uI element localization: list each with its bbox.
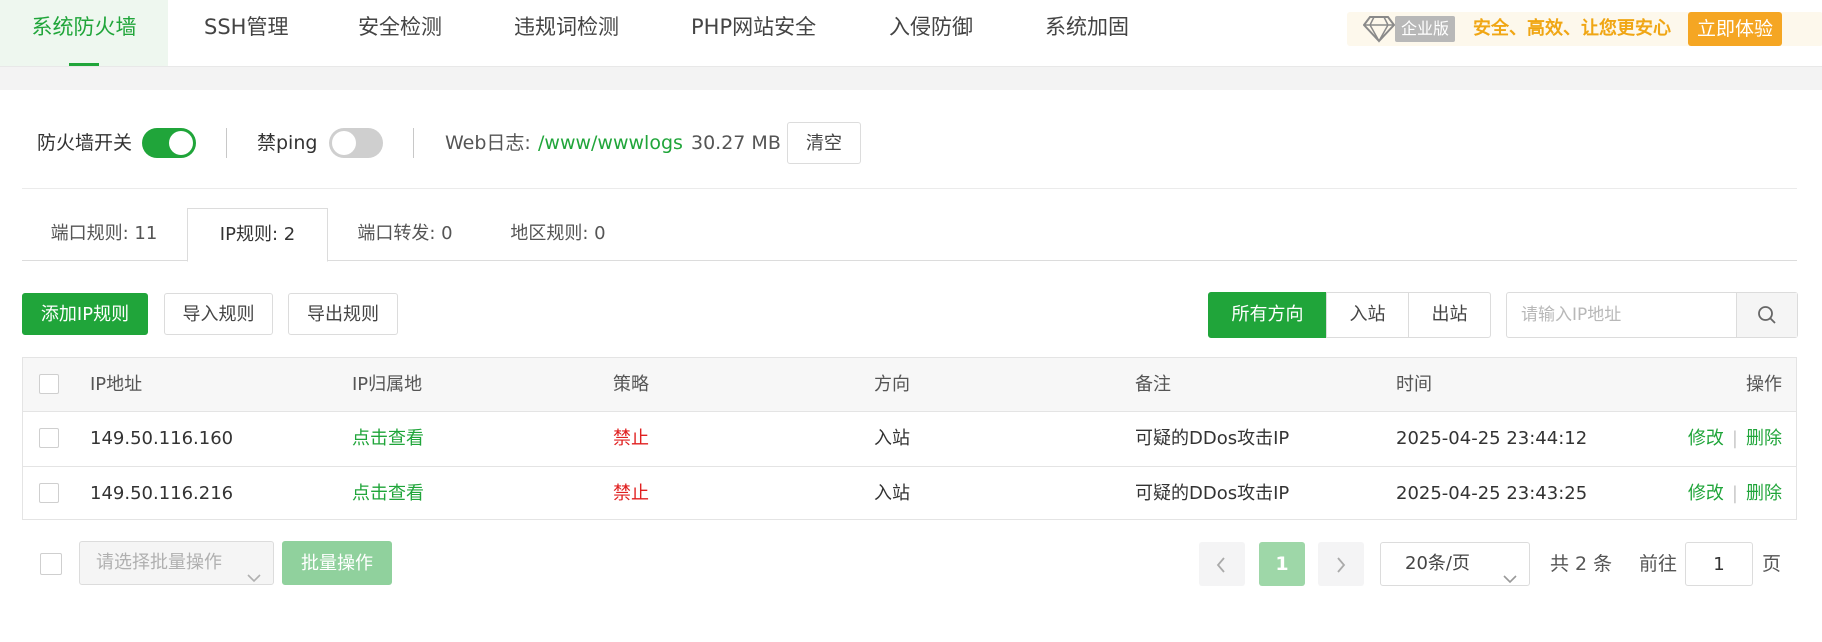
divider bbox=[22, 188, 1797, 189]
batch-operation-button[interactable]: 批量操作 bbox=[282, 541, 392, 585]
ip-search-input[interactable] bbox=[1507, 293, 1737, 337]
policy-deny: 禁止 bbox=[613, 428, 649, 449]
created-time: 2025-04-25 23:44:12 bbox=[1396, 428, 1588, 449]
import-rules-button[interactable]: 导入规则 bbox=[164, 293, 273, 335]
column-header: 备注 bbox=[1135, 374, 1171, 395]
current-page[interactable]: 1 bbox=[1259, 542, 1305, 586]
firewall-switch-label: 防火墙开关 bbox=[37, 132, 133, 154]
prev-page-button[interactable] bbox=[1199, 542, 1245, 586]
enterprise-promo: 企业版 安全、高效、让您更安心 立即体验 bbox=[1347, 12, 1822, 46]
separator: | bbox=[1731, 428, 1738, 449]
top-nav: 系统防火墙 SSH管理 安全检测 违规词检测 PHP网站安全 入侵防御 系统加固… bbox=[0, 0, 1822, 67]
promo-slogan: 安全、高效、让您更安心 bbox=[1473, 18, 1671, 39]
weblog-size: 30.27 MB bbox=[691, 132, 781, 154]
chevron-right-icon bbox=[1336, 556, 1346, 578]
separator: | bbox=[1731, 483, 1738, 504]
select-all-checkbox[interactable] bbox=[39, 374, 59, 394]
remark: 可疑的DDos攻击IP bbox=[1135, 428, 1290, 449]
policy-deny: 禁止 bbox=[613, 483, 649, 504]
remark: 可疑的DDos攻击IP bbox=[1135, 483, 1290, 504]
batch-select-placeholder: 请选择批量操作 bbox=[96, 552, 222, 573]
column-header: 方向 bbox=[874, 374, 910, 395]
row-actions: 修改 | 删除 bbox=[1688, 467, 1782, 520]
search-icon bbox=[1757, 305, 1777, 330]
table-header: IP地址 IP归属地 策略 方向 备注 时间 操作 bbox=[23, 358, 1796, 412]
divider bbox=[413, 128, 414, 158]
footer-select-all-checkbox[interactable] bbox=[40, 553, 62, 575]
add-ip-rule-button[interactable]: 添加IP规则 bbox=[22, 293, 148, 335]
tab-system-firewall[interactable]: 系统防火墙 bbox=[0, 0, 168, 66]
ip-search-box bbox=[1506, 292, 1798, 338]
subtab-baseline bbox=[327, 260, 1797, 261]
subtab-baseline bbox=[22, 260, 187, 261]
edit-link[interactable]: 修改 bbox=[1688, 483, 1724, 504]
enterprise-badge: 企业版 bbox=[1395, 16, 1456, 42]
ping-toggle[interactable] bbox=[329, 128, 383, 158]
direction-outbound[interactable]: 出站 bbox=[1408, 292, 1491, 338]
direction: 入站 bbox=[874, 483, 910, 504]
column-header: IP归属地 bbox=[352, 374, 423, 395]
export-rules-button[interactable]: 导出规则 bbox=[288, 293, 398, 335]
column-header: 时间 bbox=[1396, 374, 1432, 395]
tab-ssh[interactable]: SSH管理 bbox=[204, 0, 288, 66]
ip-rules-table: IP地址 IP归属地 策略 方向 备注 时间 操作 149.50.116.160… bbox=[22, 357, 1797, 520]
page-size-select[interactable]: 20条/页 bbox=[1380, 542, 1530, 586]
subtab-region-rules[interactable]: 地区规则: 0 bbox=[488, 208, 628, 260]
row-checkbox[interactable] bbox=[39, 483, 59, 503]
weblog-path-link[interactable]: /www/wwwlogs bbox=[538, 122, 683, 164]
next-page-button[interactable] bbox=[1318, 542, 1364, 586]
ip-address: 149.50.116.160 bbox=[90, 428, 234, 449]
edit-link[interactable]: 修改 bbox=[1688, 428, 1724, 449]
chevron-down-icon bbox=[1503, 558, 1517, 600]
firewall-toggle[interactable] bbox=[142, 128, 196, 158]
ip-address: 149.50.116.216 bbox=[90, 483, 234, 504]
subtab-port-forward[interactable]: 端口转发: 0 bbox=[330, 208, 480, 260]
chevron-left-icon bbox=[1216, 556, 1226, 578]
search-button[interactable] bbox=[1736, 293, 1797, 337]
tab-banned-words[interactable]: 违规词检测 bbox=[514, 0, 619, 66]
tab-system-hardening[interactable]: 系统加固 bbox=[1045, 0, 1129, 66]
try-now-button[interactable]: 立即体验 bbox=[1688, 12, 1782, 46]
goto-page-input[interactable] bbox=[1685, 542, 1753, 586]
direction: 入站 bbox=[874, 428, 910, 449]
column-header: 操作 bbox=[1746, 374, 1782, 395]
delete-link[interactable]: 删除 bbox=[1746, 483, 1782, 504]
direction-all[interactable]: 所有方向 bbox=[1208, 292, 1327, 338]
view-location-link[interactable]: 点击查看 bbox=[352, 467, 424, 520]
created-time: 2025-04-25 23:43:25 bbox=[1396, 483, 1588, 504]
diamond-icon bbox=[1362, 15, 1396, 48]
row-actions: 修改 | 删除 bbox=[1688, 412, 1782, 465]
tab-php-security[interactable]: PHP网站安全 bbox=[691, 0, 816, 66]
row-checkbox[interactable] bbox=[39, 428, 59, 448]
table-row: 149.50.116.160 点击查看 禁止 入站 可疑的DDos攻击IP 20… bbox=[23, 412, 1796, 467]
ping-label: 禁ping bbox=[257, 132, 318, 154]
chevron-down-icon bbox=[247, 557, 261, 599]
clear-log-button[interactable]: 清空 bbox=[787, 122, 861, 164]
column-header: 策略 bbox=[613, 374, 649, 395]
delete-link[interactable]: 删除 bbox=[1746, 428, 1782, 449]
page-unit-label: 页 bbox=[1762, 553, 1782, 575]
subtab-ip-rules[interactable]: IP规则: 2 bbox=[187, 208, 328, 262]
total-count: 共 2 条 bbox=[1550, 553, 1613, 575]
table-row: 149.50.116.216 点击查看 禁止 入站 可疑的DDos攻击IP 20… bbox=[23, 467, 1796, 521]
view-location-link[interactable]: 点击查看 bbox=[352, 412, 424, 465]
divider bbox=[226, 128, 227, 158]
page-size-value: 20条/页 bbox=[1405, 553, 1470, 574]
tab-intrusion-prevention[interactable]: 入侵防御 bbox=[889, 0, 973, 66]
subtab-port-rules[interactable]: 端口规则: 11 bbox=[22, 208, 186, 260]
tab-security-check[interactable]: 安全检测 bbox=[358, 0, 442, 66]
direction-inbound[interactable]: 入站 bbox=[1326, 292, 1409, 338]
weblog-label: Web日志: bbox=[445, 132, 531, 154]
goto-label: 前往 bbox=[1639, 553, 1678, 575]
batch-operation-select[interactable]: 请选择批量操作 bbox=[79, 541, 274, 585]
column-header: IP地址 bbox=[90, 374, 143, 395]
